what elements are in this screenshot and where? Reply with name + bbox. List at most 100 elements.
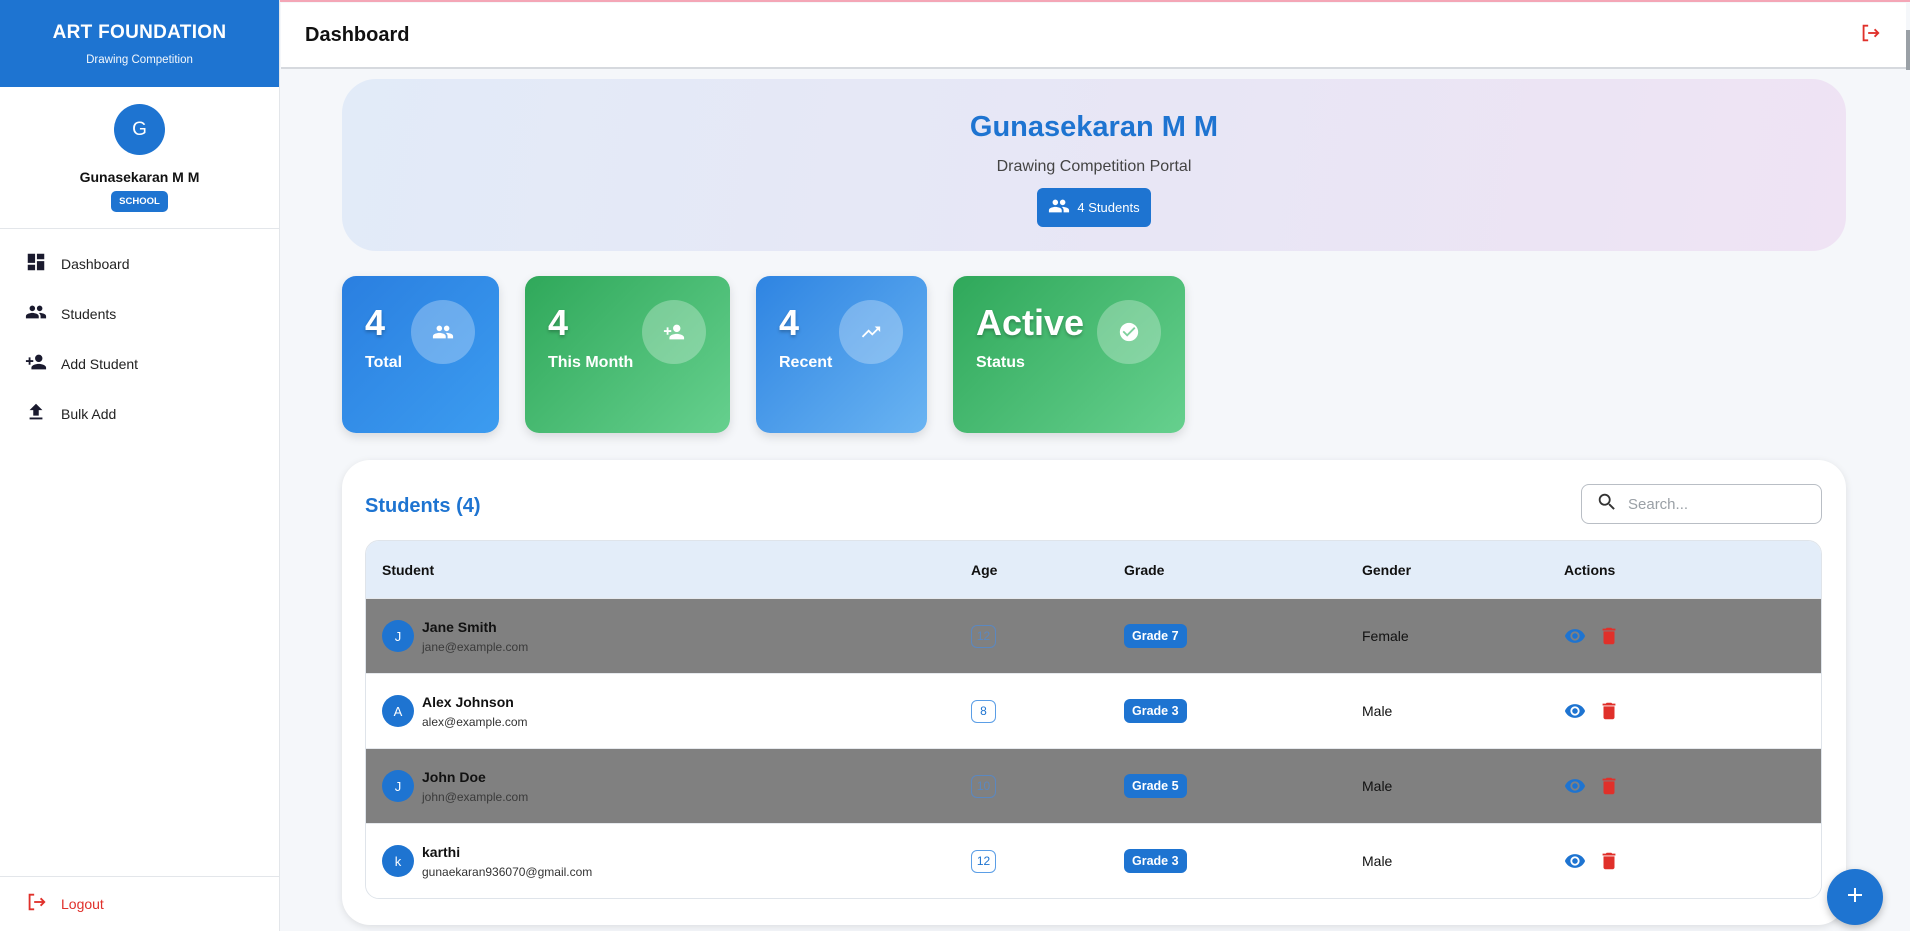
gender-cell: Male xyxy=(1362,778,1393,794)
search-box[interactable] xyxy=(1581,484,1822,524)
sidebar-item-bulk-add[interactable]: Bulk Add xyxy=(0,389,279,439)
student-avatar: J xyxy=(382,770,414,802)
trash-icon[interactable] xyxy=(1598,700,1620,722)
welcome-banner: Gunasekaran M M Drawing Competition Port… xyxy=(342,79,1846,251)
table-row[interactable]: A Alex Johnson alex@example.com 8 Grade … xyxy=(366,673,1821,748)
sidebar: ART FOUNDATION Drawing Competition G Gun… xyxy=(0,0,280,931)
grade-chip: Grade 3 xyxy=(1124,849,1187,873)
sidebar-nav: Dashboard Students Add Student Bulk Add xyxy=(0,229,279,439)
student-cell: k karthi gunaekaran936070@gmail.com xyxy=(366,844,971,879)
add-student-fab[interactable] xyxy=(1827,869,1883,925)
trending-up-icon xyxy=(839,300,903,364)
upload-icon xyxy=(25,401,47,428)
student-cell: J Jane Smith jane@example.com xyxy=(366,619,971,654)
people-icon xyxy=(25,301,47,328)
stat-label: This Month xyxy=(548,354,634,371)
age-chip: 12 xyxy=(971,624,996,648)
student-email: gunaekaran936070@gmail.com xyxy=(422,864,593,879)
eye-icon[interactable] xyxy=(1564,625,1586,647)
sidebar-item-add-student[interactable]: Add Student xyxy=(0,339,279,389)
search-icon xyxy=(1596,491,1618,518)
stat-value: 4 xyxy=(365,302,386,343)
sidebar-item-label: Dashboard xyxy=(61,256,130,272)
brand-title: ART FOUNDATION xyxy=(52,22,227,43)
table-row[interactable]: k karthi gunaekaran936070@gmail.com 12 G… xyxy=(366,823,1821,898)
age-chip: 12 xyxy=(971,849,996,873)
brand-block: ART FOUNDATION Drawing Competition xyxy=(0,0,279,87)
table-row[interactable]: J John Doe john@example.com 10 Grade 5 M… xyxy=(366,748,1821,823)
logout-button[interactable]: Logout xyxy=(0,876,279,931)
stat-card-recent: 4 Recent xyxy=(756,276,927,433)
column-header-grade[interactable]: Grade xyxy=(1124,562,1362,578)
check-circle-icon xyxy=(1097,300,1161,364)
age-chip: 8 xyxy=(971,699,996,723)
eye-icon[interactable] xyxy=(1564,775,1586,797)
person-add-icon xyxy=(25,351,47,378)
student-avatar: J xyxy=(382,620,414,652)
table-row[interactable]: J Jane Smith jane@example.com 12 Grade 7… xyxy=(366,598,1821,673)
students-panel: Students (4) Student Age Grade Gender Ac… xyxy=(342,460,1846,925)
stat-value: 4 xyxy=(548,302,569,343)
trash-icon[interactable] xyxy=(1598,625,1620,647)
grade-chip: Grade 5 xyxy=(1124,774,1187,798)
grade-chip: Grade 3 xyxy=(1124,699,1187,723)
stat-value: Active xyxy=(976,302,1085,343)
column-header-gender[interactable]: Gender xyxy=(1362,562,1564,578)
student-name: John Doe xyxy=(422,768,486,785)
student-name: karthi xyxy=(422,843,461,860)
person-add-icon xyxy=(642,300,706,364)
dashboard-icon xyxy=(25,251,47,278)
gender-cell: Female xyxy=(1362,628,1409,644)
trash-icon[interactable] xyxy=(1598,775,1620,797)
eye-icon[interactable] xyxy=(1564,700,1586,722)
sidebar-item-students[interactable]: Students xyxy=(0,289,279,339)
plus-icon xyxy=(1843,883,1867,912)
page-title: Dashboard xyxy=(305,23,410,46)
user-name: Gunasekaran M M xyxy=(79,169,200,185)
scrollbar[interactable] xyxy=(1906,30,1910,70)
gender-cell: Male xyxy=(1362,703,1393,719)
brand-subtitle: Drawing Competition xyxy=(86,54,193,66)
column-header-student[interactable]: Student xyxy=(366,562,971,578)
header-logout-icon[interactable] xyxy=(1859,22,1881,49)
actions-cell xyxy=(1564,700,1821,722)
student-cell: A Alex Johnson alex@example.com xyxy=(366,694,971,729)
top-accent-line xyxy=(0,0,1910,2)
stat-value: 4 xyxy=(779,302,800,343)
table-header: Student Age Grade Gender Actions xyxy=(366,541,1821,598)
age-chip: 10 xyxy=(971,774,996,798)
user-profile: G Gunasekaran M M SCHOOL xyxy=(0,87,279,229)
student-email: jane@example.com xyxy=(422,639,529,654)
sidebar-item-label: Students xyxy=(61,306,117,322)
student-avatar: A xyxy=(382,695,414,727)
trash-icon[interactable] xyxy=(1598,850,1620,872)
stat-card-status: Active Status xyxy=(953,276,1185,433)
badge-label: 4 Students xyxy=(1077,200,1140,215)
sidebar-item-dashboard[interactable]: Dashboard xyxy=(0,239,279,289)
sidebar-item-label: Bulk Add xyxy=(61,406,117,422)
grade-chip: Grade 7 xyxy=(1124,624,1187,648)
sidebar-item-label: Add Student xyxy=(61,356,139,372)
actions-cell xyxy=(1564,625,1821,647)
stat-label: Total xyxy=(365,354,403,371)
stat-label: Status xyxy=(976,354,1025,371)
student-count-badge: 4 Students xyxy=(1037,188,1151,227)
students-table: Student Age Grade Gender Actions J Jane … xyxy=(365,540,1822,899)
role-badge: SCHOOL xyxy=(111,191,168,212)
logout-icon xyxy=(25,891,47,918)
stat-label: Recent xyxy=(779,354,833,371)
column-header-age[interactable]: Age xyxy=(971,562,1124,578)
student-name: Jane Smith xyxy=(422,618,497,635)
student-email: john@example.com xyxy=(422,789,529,804)
people-icon xyxy=(1048,195,1077,220)
student-avatar: k xyxy=(382,845,414,877)
eye-icon[interactable] xyxy=(1564,850,1586,872)
gender-cell: Male xyxy=(1362,853,1393,869)
students-panel-title: Students (4) xyxy=(365,495,481,517)
stat-card-this-month: 4 This Month xyxy=(525,276,730,433)
people-icon xyxy=(411,300,475,364)
banner-subtitle: Drawing Competition Portal xyxy=(996,158,1192,175)
top-header: Dashboard xyxy=(281,3,1906,69)
stat-card-total: 4 Total xyxy=(342,276,499,433)
search-input[interactable] xyxy=(1628,495,1808,513)
